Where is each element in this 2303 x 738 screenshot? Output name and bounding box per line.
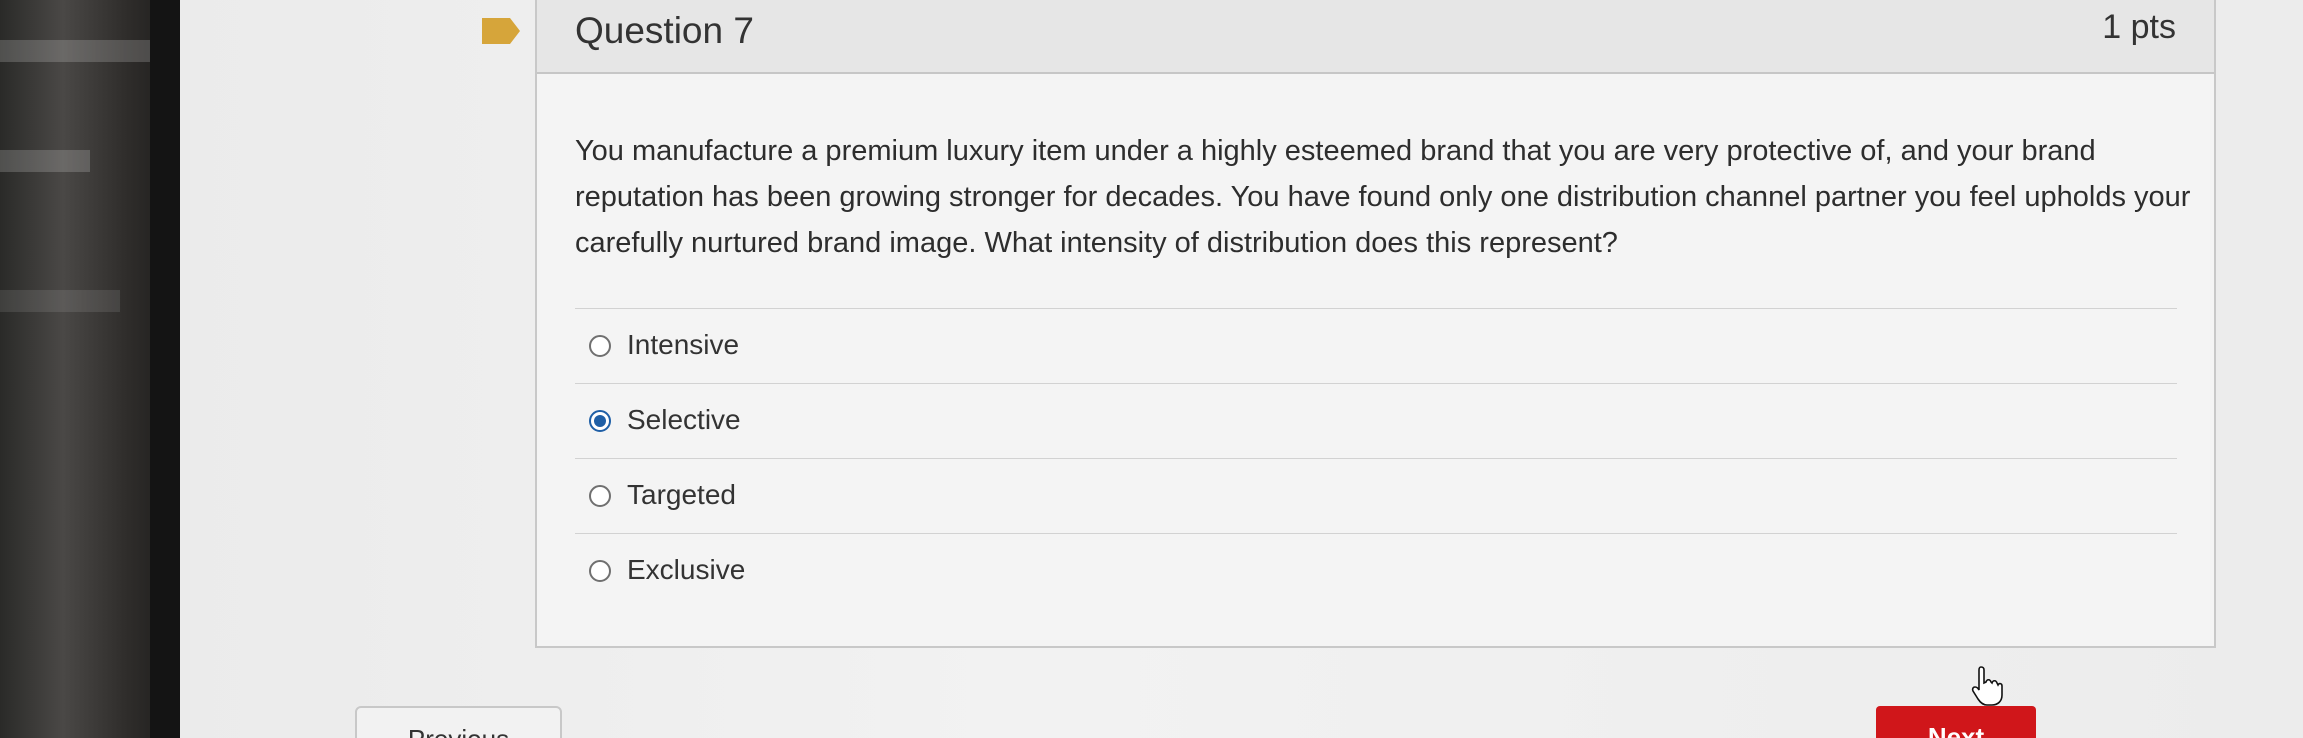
previous-button[interactable]: Previous — [355, 706, 562, 738]
question-points: 1 pts — [2102, 8, 2176, 46]
answer-list: Intensive Selective Targeted Exclusive — [575, 308, 2177, 608]
browser-content: Question 7 1 pts You manufacture a premi… — [180, 0, 2303, 738]
answer-label[interactable]: Selective — [627, 404, 741, 436]
question-card: Question 7 1 pts You manufacture a premi… — [482, 0, 2216, 648]
answer-option-exclusive[interactable]: Exclusive — [575, 533, 2177, 608]
question-text: You manufacture a premium luxury item un… — [575, 135, 2191, 259]
radio-button-selected[interactable] — [589, 410, 611, 432]
photo-frame: Question 7 1 pts You manufacture a premi… — [0, 0, 2303, 738]
next-button[interactable]: Next — [1876, 706, 2036, 738]
bezel-reflection — [0, 290, 120, 312]
bezel-reflection — [0, 40, 150, 62]
answer-label[interactable]: Exclusive — [627, 554, 745, 586]
bezel-edge — [150, 0, 180, 738]
radio-button[interactable] — [589, 485, 611, 507]
answer-label[interactable]: Targeted — [627, 479, 736, 511]
answer-option-selective[interactable]: Selective — [575, 383, 2177, 458]
flag-icon[interactable] — [482, 18, 520, 44]
question-header: Question 7 1 pts — [482, 0, 2214, 74]
answer-label[interactable]: Intensive — [627, 329, 739, 361]
question-title: Question 7 — [575, 10, 754, 51]
answer-option-intensive[interactable]: Intensive — [575, 308, 2177, 383]
answer-option-targeted[interactable]: Targeted — [575, 458, 2177, 533]
radio-button[interactable] — [589, 335, 611, 357]
hand-pointer-icon — [1971, 666, 2003, 706]
monitor-bezel — [0, 0, 180, 738]
bezel-reflection — [0, 150, 90, 172]
radio-button[interactable] — [589, 560, 611, 582]
